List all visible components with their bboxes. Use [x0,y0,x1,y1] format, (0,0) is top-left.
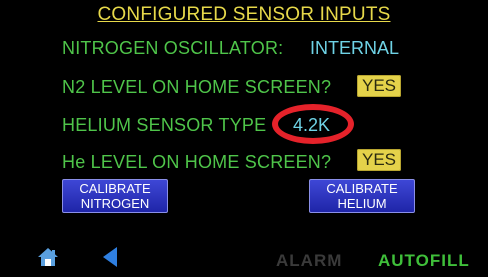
calibrate-helium-line2: HELIUM [337,196,387,211]
calibrate-nitrogen-line1: CALIBRATE [79,181,151,196]
alarm-indicator[interactable]: ALARM [276,251,342,271]
n2-home-label: N2 LEVEL ON HOME SCREEN? [62,77,332,97]
nitrogen-oscillator-label: NITROGEN OSCILLATOR: [62,38,284,58]
calibrate-nitrogen-line2: NITROGEN [80,196,150,211]
n2-home-yes-button[interactable]: YES [357,75,402,97]
screen-title: CONFIGURED SENSOR INPUTS [97,4,391,25]
calibrate-helium-button[interactable]: CALIBRATE HELIUM [309,179,415,213]
nitrogen-oscillator-value[interactable]: INTERNAL [310,38,399,59]
autofill-indicator[interactable]: AUTOFILL [378,251,470,271]
he-home-yes-button[interactable]: YES [357,149,402,171]
back-arrow-icon[interactable] [101,246,119,268]
he-home-label: He LEVEL ON HOME SCREEN? [62,152,332,172]
helium-sensor-label: HELIUM SENSOR TYPE [62,115,267,135]
calibrate-nitrogen-button[interactable]: CALIBRATE NITROGEN [62,179,168,213]
calibrate-helium-line1: CALIBRATE [326,181,398,196]
home-icon[interactable] [37,247,59,267]
highlight-circle [272,104,354,144]
